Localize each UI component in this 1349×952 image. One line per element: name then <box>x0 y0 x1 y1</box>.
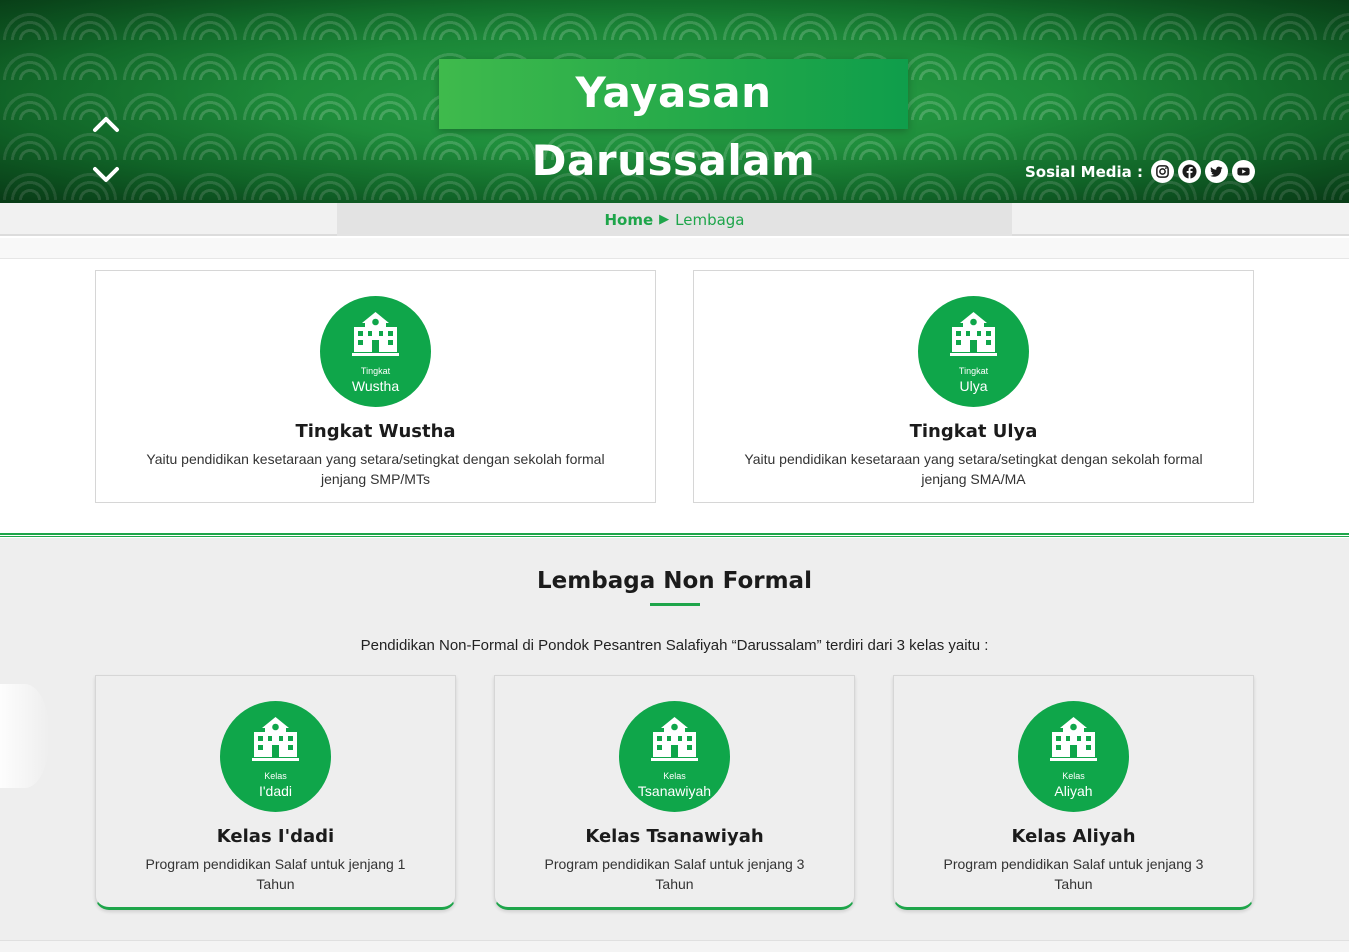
school-badge: Tingkat Wustha <box>320 296 431 407</box>
card-title: Kelas Aliyah <box>1011 826 1136 847</box>
twitter-icon[interactable] <box>1205 160 1228 183</box>
badge-caption-small: Tingkat <box>360 366 391 376</box>
card-title: Tingkat Wustha <box>295 421 456 442</box>
card-kelas-tsanawiyah[interactable]: Kelas Tsanawiyah Kelas Tsanawiyah Progra… <box>494 675 855 910</box>
card-title: Tingkat Ulya <box>909 421 1038 442</box>
card-title: Kelas Tsanawiyah <box>585 826 764 847</box>
card-tingkat-ulya[interactable]: Tingkat Ulya Tingkat Ulya Yaitu pendidik… <box>693 270 1254 503</box>
breadcrumb-bar: Home ▶ Lembaga <box>0 203 1349 236</box>
header-banner: Yayasan Darussalam Sosial Media : <box>0 0 1349 203</box>
badge-caption: Wustha <box>351 378 400 394</box>
card-description: Program pendidikan Salaf untuk jenjang 1… <box>145 856 406 892</box>
card-tingkat-wustha[interactable]: Tingkat Wustha Tingkat Wustha Yaitu pend… <box>95 270 656 503</box>
school-icon <box>252 717 299 761</box>
social-media-bar: Sosial Media : <box>1025 160 1255 183</box>
card-kelas-aliyah[interactable]: Kelas Aliyah Kelas Aliyah Program pendid… <box>893 675 1254 910</box>
section-intro: Pendidikan Non-Formal di Pondok Pesantre… <box>360 637 989 654</box>
school-badge: Tingkat Ulya <box>918 296 1029 407</box>
social-media-label: Sosial Media : <box>1025 162 1143 181</box>
school-icon <box>651 717 698 761</box>
sub-bar <box>0 238 1349 259</box>
breadcrumb-current: Lembaga <box>675 210 745 229</box>
badge-caption-small: Kelas <box>1062 771 1085 781</box>
section-divider <box>0 533 1349 537</box>
card-description: Yaitu pendidikan kesetaraan yang setara/… <box>744 451 1203 487</box>
facebook-icon[interactable] <box>1178 160 1201 183</box>
badge-caption: Ulya <box>959 378 988 394</box>
card-kelas-idadi[interactable]: Kelas I'dadi Kelas I'dadi Program pendid… <box>95 675 456 910</box>
card-title: Kelas I'dadi <box>216 826 335 847</box>
youtube-icon[interactable] <box>1232 160 1255 183</box>
section-title: Lembaga Non Formal <box>537 568 812 594</box>
side-shadow <box>0 684 50 788</box>
school-badge: Kelas I'dadi <box>220 701 331 812</box>
card-description: Program pendidikan Salaf untuk jenjang 3… <box>943 856 1204 892</box>
breadcrumb-separator-icon: ▶ <box>659 212 670 227</box>
badge-caption: Tsanawiyah <box>637 783 712 799</box>
badge-caption-small: Tingkat <box>958 366 989 376</box>
nonformal-section: Lembaga Non Formal Pendidikan Non-Formal… <box>0 538 1349 940</box>
school-badge: Kelas Aliyah <box>1018 701 1129 812</box>
badge-caption-small: Kelas <box>264 771 287 781</box>
school-icon <box>1050 717 1097 761</box>
footer-bar <box>0 940 1349 952</box>
title-underline <box>650 603 700 606</box>
site-title: Yayasan Darussalam <box>439 59 908 185</box>
badge-caption-small: Kelas <box>663 771 686 781</box>
school-icon <box>950 312 997 356</box>
breadcrumb-home-link[interactable]: Home <box>604 211 653 229</box>
school-badge: Kelas Tsanawiyah <box>619 701 730 812</box>
card-description: Yaitu pendidikan kesetaraan yang setara/… <box>146 451 605 487</box>
badge-caption: Aliyah <box>1054 783 1093 799</box>
school-icon <box>352 312 399 356</box>
instagram-icon[interactable] <box>1151 160 1174 183</box>
chevron-up-icon[interactable] <box>92 114 120 134</box>
breadcrumb: Home ▶ Lembaga <box>337 203 1012 236</box>
card-description: Program pendidikan Salaf untuk jenjang 3… <box>544 856 805 892</box>
chevron-down-icon[interactable] <box>92 165 120 185</box>
badge-caption: I'dadi <box>258 783 293 799</box>
